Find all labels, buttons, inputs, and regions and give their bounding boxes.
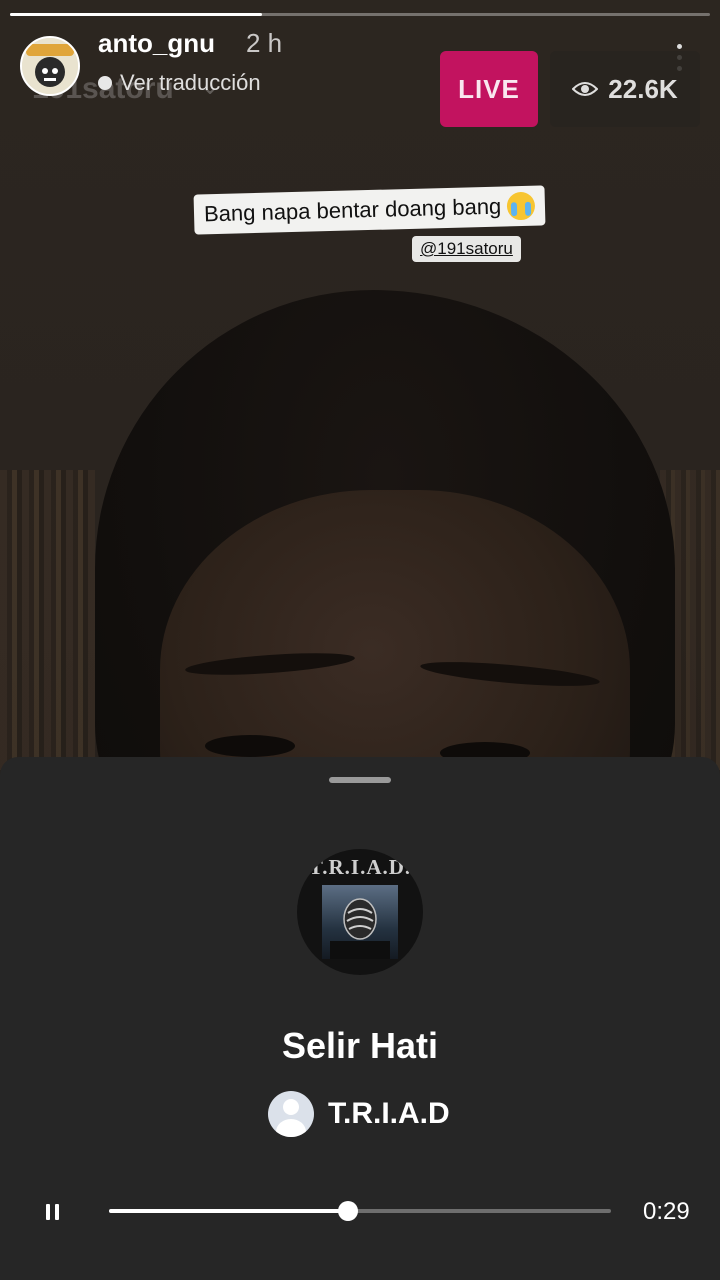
seek-bar-fill (109, 1209, 349, 1213)
left-eye (205, 735, 295, 757)
seek-bar[interactable] (109, 1201, 611, 1221)
sheet-drag-handle[interactable] (329, 777, 391, 783)
translate-link[interactable]: Ver traducción (98, 70, 261, 96)
story-progress-bar (10, 13, 710, 16)
music-bottom-sheet: T.R.I.A.D. Selir Hati T.R.I.A.D 0:29 (0, 757, 720, 1280)
artist-row[interactable]: T.R.I.A.D (268, 1091, 450, 1137)
album-cover-image (322, 885, 398, 959)
time-ago: 2 h (246, 28, 283, 58)
artist-name: T.R.I.A.D (328, 1097, 450, 1130)
crying-face-emoji-icon (506, 191, 536, 221)
translate-label: Ver traducción (120, 70, 261, 95)
username[interactable]: anto_gnu (98, 28, 215, 59)
sticker-text: Bang napa bentar doang bang (203, 193, 502, 227)
song-title: Selir Hati (281, 1025, 439, 1066)
story-progress-fill (10, 13, 262, 16)
avatar[interactable] (20, 36, 80, 96)
album-art: T.R.I.A.D. (297, 849, 423, 975)
avatar-image (22, 38, 78, 94)
viewer-count-badge: 22.6K (550, 51, 700, 127)
bookshelf-left (0, 470, 95, 770)
viewer-count: 22.6K (608, 73, 678, 104)
album-cover-graphic (330, 898, 390, 959)
elapsed-time: 0:29 (643, 1198, 690, 1225)
eye-icon (572, 82, 599, 96)
translate-dot-icon (98, 76, 112, 90)
live-badge: LIVE (440, 51, 538, 127)
artist-avatar-icon (268, 1091, 314, 1137)
seek-knob[interactable] (338, 1201, 359, 1221)
pause-icon[interactable] (40, 1200, 64, 1224)
mention-sticker[interactable]: @191satoru (412, 236, 521, 262)
live-label: LIVE (458, 73, 520, 104)
album-art-label: T.R.I.A.D. (308, 855, 412, 879)
